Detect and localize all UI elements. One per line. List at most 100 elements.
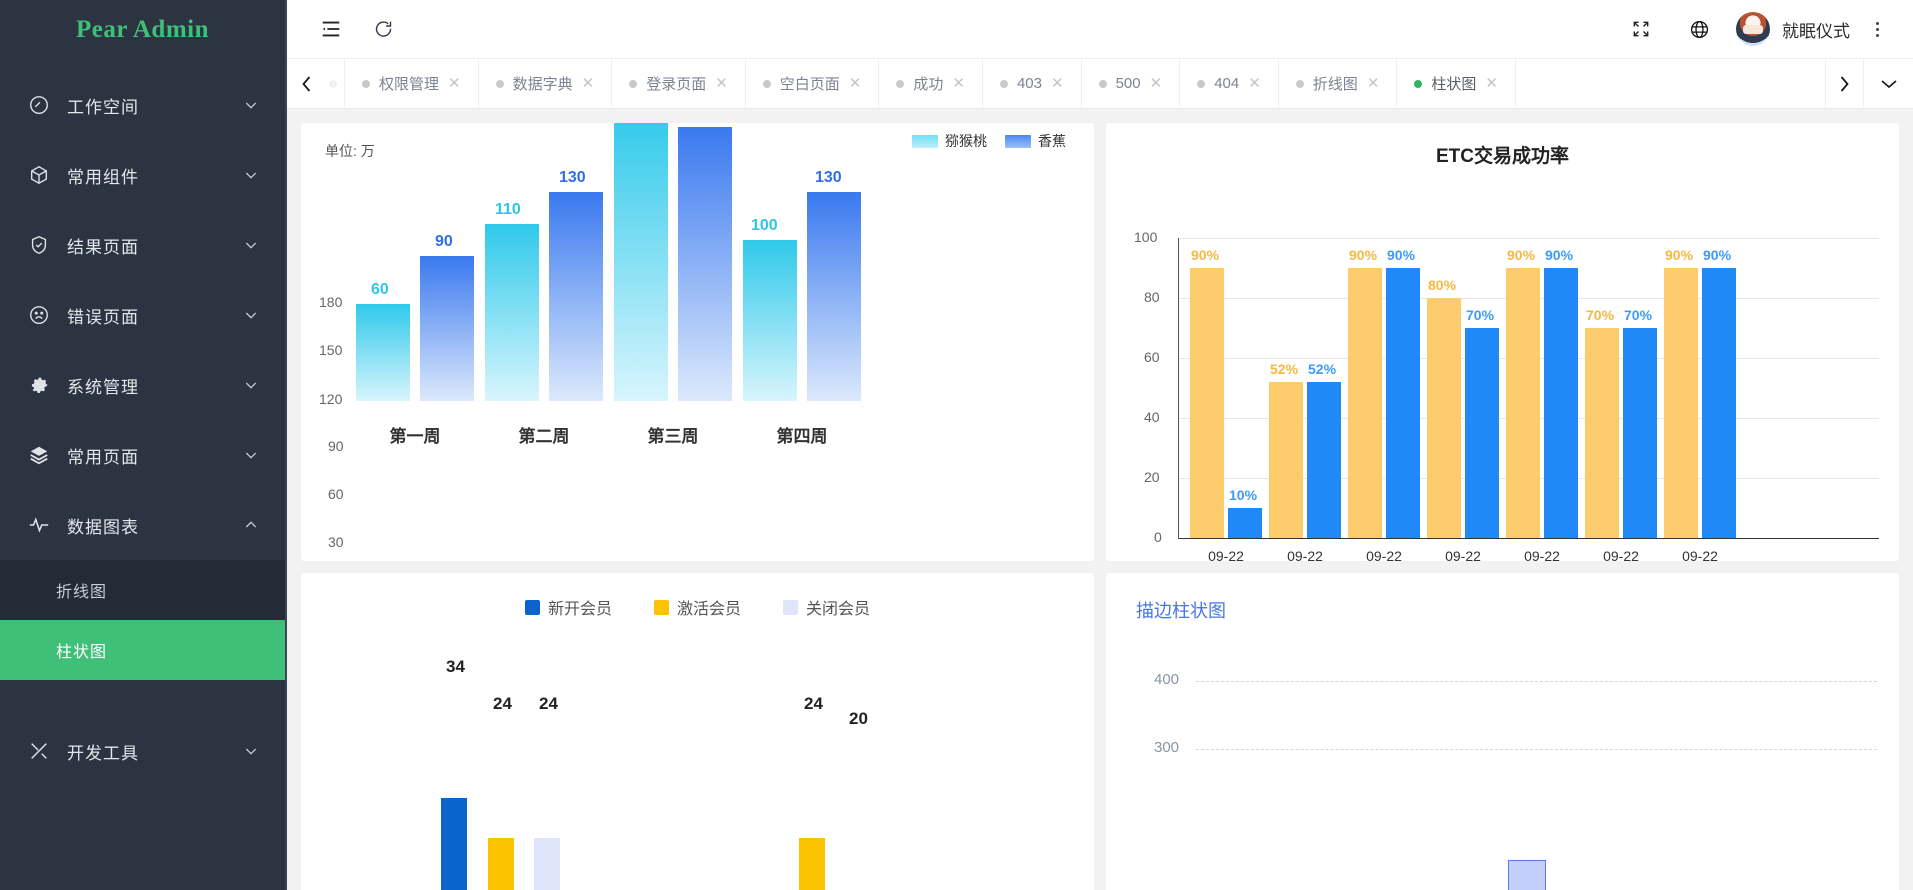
username-label: 就眠仪式: [1782, 21, 1850, 41]
globe-icon[interactable]: [1670, 0, 1728, 58]
tab-blank-page[interactable]: 空白页面 ✕: [746, 59, 880, 108]
more-vertical-icon[interactable]: [1864, 21, 1891, 37]
tab-close-icon[interactable]: ✕: [1150, 76, 1163, 91]
tab-success[interactable]: 成功 ✕: [879, 59, 983, 108]
tab-data-dictionary[interactable]: 数据字典 ✕: [479, 59, 613, 108]
tab-clipped[interactable]: [325, 59, 345, 108]
sidebar-item-error-pages[interactable]: 错误页面: [0, 280, 285, 350]
tab-close-icon[interactable]: ✕: [715, 76, 728, 91]
bar-thisyear-7[interactable]: [1702, 268, 1736, 538]
bar-kiwi-week1[interactable]: [356, 304, 410, 401]
gridline: [1196, 749, 1877, 750]
bar-banana-week2[interactable]: [549, 191, 603, 401]
legend-item-closed-member[interactable]: 关闭会员: [783, 595, 870, 619]
tab-500[interactable]: 500 ✕: [1082, 59, 1181, 108]
sidebar-item-result-pages[interactable]: 结果页面: [0, 210, 285, 280]
legend-item-banana[interactable]: 香蕉: [1005, 131, 1066, 151]
tab-login-page[interactable]: 登录页面 ✕: [612, 59, 746, 108]
avatar[interactable]: [1736, 12, 1770, 46]
tab-status-dot: [329, 79, 337, 88]
bar-thisyear-6[interactable]: [1623, 328, 1657, 538]
bar-activated-member-week3[interactable]: [799, 838, 825, 890]
tab-close-icon[interactable]: ✕: [448, 76, 461, 91]
tab-bar-chart[interactable]: 柱状图 ✕: [1397, 59, 1516, 108]
legend-label: 香蕉: [1038, 133, 1066, 149]
bar-thisyear-5[interactable]: [1544, 268, 1578, 538]
tab-prev-button[interactable]: [287, 59, 325, 108]
bar-thisyear-3[interactable]: [1386, 268, 1420, 538]
tab-permission-management[interactable]: 权限管理 ✕: [345, 59, 479, 108]
bar-lastyear-6[interactable]: [1585, 328, 1619, 538]
chevron-down-icon: [243, 167, 259, 183]
bar-kiwi-week2[interactable]: [485, 223, 539, 401]
legend-item-activated-member[interactable]: 激活会员: [653, 595, 741, 619]
refresh-icon[interactable]: [357, 0, 409, 58]
app-root: Pear Admin 工作空间 常用组件 结果页面 错误页面 系统管理 常用页面…: [0, 0, 1913, 890]
bar-thisyear-2[interactable]: [1307, 382, 1341, 538]
bar-lastyear-5[interactable]: [1506, 268, 1540, 538]
bar-new-member-week1[interactable]: [441, 798, 467, 890]
tab-close-icon[interactable]: ✕: [1248, 76, 1261, 91]
tab-403[interactable]: 403 ✕: [983, 59, 1082, 108]
tab-next-button[interactable]: [1825, 59, 1863, 108]
tab-line-chart[interactable]: 折线图 ✕: [1279, 59, 1398, 108]
bar-outlined-5[interactable]: [1508, 860, 1546, 890]
bar-kiwi-week3[interactable]: [614, 123, 668, 401]
bar-value-label: 60: [371, 281, 389, 298]
x-tick-label: 第三周: [647, 427, 699, 446]
bar-value-label: 130: [815, 169, 842, 186]
tab-close-icon[interactable]: ✕: [952, 76, 965, 91]
legend-item-new-member[interactable]: 新开会员: [524, 595, 612, 619]
sidebar-item-components[interactable]: 常用组件: [0, 140, 285, 210]
x-tick-label: 09-22: [1208, 548, 1244, 561]
y-tick: 60: [1144, 349, 1160, 365]
bar-activated-member-week1[interactable]: [488, 838, 514, 890]
bar-kiwi-week4[interactable]: [743, 239, 797, 401]
bar-lastyear-2[interactable]: [1269, 382, 1303, 538]
legend-item-kiwi[interactable]: 猕猴桃: [912, 131, 987, 151]
bar-lastyear-7[interactable]: [1664, 268, 1698, 538]
tab-dropdown-button[interactable]: [1863, 59, 1913, 108]
sidebar-item-common-pages[interactable]: 常用页面: [0, 420, 285, 490]
bar-banana-week3[interactable]: [678, 127, 732, 401]
y-tick: 80: [1144, 289, 1160, 305]
bar-banana-week1[interactable]: [420, 256, 474, 401]
tab-close-icon[interactable]: ✕: [1485, 76, 1498, 91]
tab-close-icon[interactable]: ✕: [1367, 76, 1380, 91]
bar-banana-week4[interactable]: [807, 191, 861, 401]
bar-value-label: 70%: [1586, 307, 1615, 323]
fullscreen-icon[interactable]: [1612, 0, 1670, 58]
bar-lastyear-4[interactable]: [1427, 298, 1461, 538]
tab-bar: 权限管理 ✕ 数据字典 ✕ 登录页面 ✕ 空白页面 ✕ 成功 ✕ 403 ✕ 5…: [287, 58, 1913, 109]
chart-outlined-bar: 400 300: [1106, 623, 1899, 890]
tab-close-icon[interactable]: ✕: [582, 76, 595, 91]
x-tick-label: 09-22: [1524, 548, 1560, 561]
bar-closed-member-week1[interactable]: [534, 838, 560, 890]
sidebar-item-data-charts[interactable]: 数据图表: [0, 490, 285, 560]
legend-label: 激活会员: [676, 601, 741, 618]
sidebar-item-system-management[interactable]: 系统管理: [0, 350, 285, 420]
bar-value-label: 20: [849, 709, 868, 728]
legend-label: 猕猴桃: [945, 133, 987, 149]
tab-close-icon[interactable]: ✕: [1051, 76, 1064, 91]
sidebar-subitem-bar-chart[interactable]: 柱状图: [0, 620, 285, 680]
tab-status-dot: [1295, 79, 1304, 88]
sidebar-item-workspace[interactable]: 工作空间: [0, 70, 285, 140]
bar-value-label: 90%: [1191, 247, 1220, 263]
bar-lastyear-1[interactable]: [1190, 268, 1224, 538]
chevron-up-icon: [243, 517, 259, 533]
sidebar-item-dev-tools[interactable]: 开发工具: [0, 716, 285, 786]
bar-thisyear-1[interactable]: [1228, 508, 1262, 538]
y-tick: 400: [1154, 671, 1180, 688]
tab-404[interactable]: 404 ✕: [1180, 59, 1279, 108]
bar-value-label: 52%: [1308, 361, 1337, 377]
chevron-down-icon: [243, 377, 259, 393]
y-tick: 300: [1154, 739, 1180, 756]
bar-thisyear-4[interactable]: [1465, 328, 1499, 538]
tab-close-icon[interactable]: ✕: [849, 76, 862, 91]
sidebar-subitem-line-chart[interactable]: 折线图: [0, 560, 285, 620]
menu-fold-icon[interactable]: [305, 0, 357, 58]
bar-lastyear-3[interactable]: [1348, 268, 1382, 538]
bar-value-label: 90: [435, 233, 453, 250]
y-tick: 40: [1144, 409, 1160, 425]
